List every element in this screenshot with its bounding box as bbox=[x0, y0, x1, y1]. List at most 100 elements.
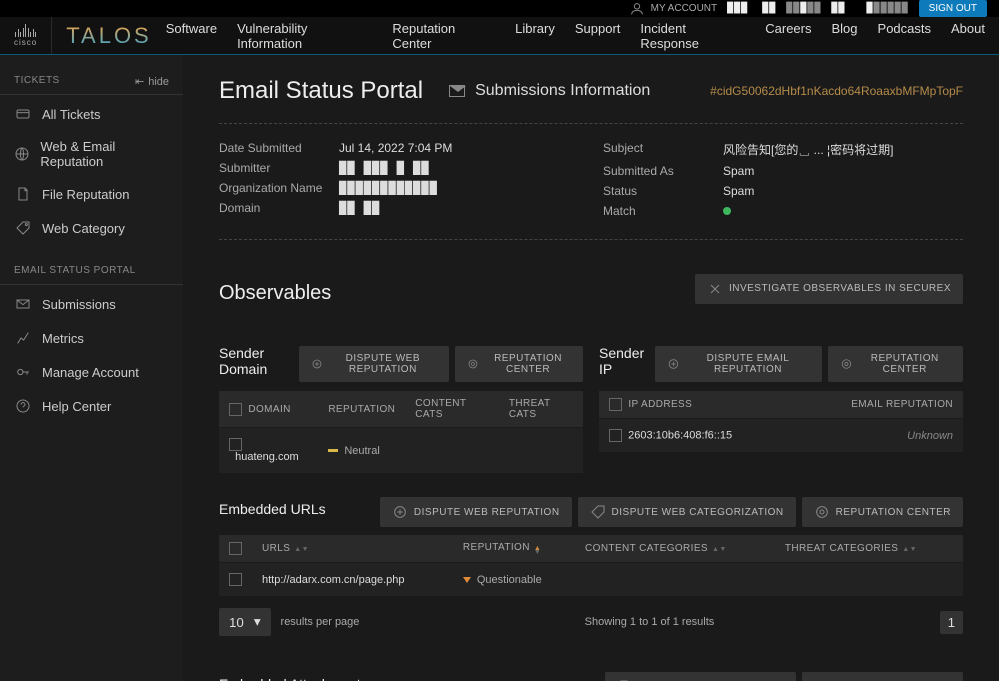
submission-hash: #cidG50062dHbf1nKacdo64RoaaxbMFMpTopF bbox=[710, 84, 963, 98]
table-row: 2603:10b6:408:f6::15Unknown bbox=[599, 419, 963, 453]
masked-info-3: ██ ██████ bbox=[831, 3, 908, 14]
meta-date-value: Jul 14, 2022 7:04 PM bbox=[339, 141, 452, 155]
my-account-link[interactable]: MY ACCOUNT bbox=[629, 1, 718, 17]
chart-icon bbox=[14, 329, 32, 347]
globe-icon bbox=[14, 145, 30, 163]
investigate-securex-button[interactable]: INVESTIGATE OBSERVABLES IN SECUREX bbox=[695, 274, 963, 304]
cisco-logo: cisco bbox=[0, 17, 52, 54]
showing-label: Showing 1 to 1 of 1 results bbox=[585, 616, 715, 628]
sidebar-submissions[interactable]: Submissions bbox=[0, 287, 183, 321]
nav-library[interactable]: Library bbox=[515, 21, 555, 51]
row-checkbox[interactable] bbox=[229, 438, 242, 451]
dispute-file-rep-button[interactable]: DISPUTE FILE REPUTATION bbox=[605, 672, 795, 681]
row-checkbox[interactable] bbox=[229, 573, 242, 586]
sidebar: ⇤ hide TICKETS All Tickets Web & Email R… bbox=[0, 55, 183, 681]
page-title: Email Status Portal bbox=[219, 77, 423, 105]
row-checkbox[interactable] bbox=[609, 429, 622, 442]
nav-support[interactable]: Support bbox=[575, 21, 621, 51]
meta-domain-label: Domain bbox=[219, 201, 339, 215]
divider bbox=[219, 239, 963, 240]
target-icon bbox=[840, 356, 853, 372]
help-icon bbox=[14, 397, 32, 415]
envelope-icon bbox=[449, 85, 465, 97]
tag-icon bbox=[590, 504, 606, 520]
sidebar-web-email-rep[interactable]: Web & Email Reputation bbox=[0, 131, 183, 177]
sidebar-web-category[interactable]: Web Category bbox=[0, 211, 183, 245]
rep-center-button[interactable]: REPUTATION CENTER bbox=[802, 672, 963, 681]
meta-domain-value: ██ ██ bbox=[339, 201, 380, 215]
embedded-att-title: Embedded Attachments bbox=[219, 676, 368, 681]
page-subtitle-group: Submissions Information bbox=[449, 82, 650, 100]
nav-software[interactable]: Software bbox=[166, 21, 217, 51]
nav-podcasts[interactable]: Podcasts bbox=[878, 21, 931, 51]
dispute-web-rep-button[interactable]: DISPUTE WEB REPUTATION bbox=[380, 497, 572, 527]
plus-circle-icon bbox=[311, 356, 323, 372]
sidebar-all-tickets[interactable]: All Tickets bbox=[0, 97, 183, 131]
domain-cell[interactable]: huateng.com bbox=[235, 451, 299, 463]
sender-ip-title: Sender IP bbox=[599, 345, 649, 377]
ticket-icon bbox=[14, 105, 32, 123]
sender-domain-title: Sender Domain bbox=[219, 345, 293, 377]
main-nav: cisco TALOS Software Vulnerability Infor… bbox=[0, 17, 999, 55]
nav-blog[interactable]: Blog bbox=[832, 21, 858, 51]
talos-logo: TALOS bbox=[52, 17, 166, 54]
per-page-select[interactable]: 10▾ bbox=[219, 608, 271, 636]
url-cell[interactable]: http://adarx.com.cn/page.php bbox=[252, 563, 453, 597]
page-1-button[interactable]: 1 bbox=[940, 611, 963, 634]
select-all-checkbox[interactable] bbox=[229, 403, 242, 416]
envelope-icon bbox=[14, 295, 32, 313]
nav-vuln-info[interactable]: Vulnerability Information bbox=[237, 21, 372, 51]
securex-icon bbox=[707, 281, 723, 297]
table-row: http://adarx.com.cn/page.php Questionabl… bbox=[219, 563, 963, 597]
plus-circle-icon bbox=[667, 356, 680, 372]
sort-icon[interactable]: ▲▼ bbox=[294, 548, 309, 552]
meta-grid: Date SubmittedJul 14, 2022 7:04 PM Submi… bbox=[219, 138, 963, 221]
meta-match-value bbox=[723, 204, 731, 218]
table-row: huateng.comNeutral bbox=[219, 428, 583, 474]
sort-icon[interactable]: ▲▼ bbox=[534, 547, 541, 555]
rep-center-button[interactable]: REPUTATION CENTER bbox=[455, 346, 583, 382]
sidebar-metrics[interactable]: Metrics bbox=[0, 321, 183, 355]
divider bbox=[219, 123, 963, 124]
nav-about[interactable]: About bbox=[951, 21, 985, 51]
nav-rep-center[interactable]: Reputation Center bbox=[392, 21, 495, 51]
masked-info-1: ███ ██ bbox=[727, 3, 776, 14]
masked-info-2: █████ bbox=[786, 3, 821, 14]
key-icon bbox=[14, 363, 32, 381]
meta-submitted-as-label: Submitted As bbox=[603, 164, 723, 178]
match-dot-icon bbox=[723, 207, 731, 215]
sender-domain-table: DOMAINREPUTATIONCONTENT CATSTHREAT CATS … bbox=[219, 391, 583, 473]
per-page-label: results per page bbox=[281, 616, 360, 628]
sort-icon[interactable]: ▲▼ bbox=[712, 548, 727, 552]
page-subtitle: Submissions Information bbox=[475, 82, 650, 100]
sort-icon[interactable]: ▲▼ bbox=[902, 548, 917, 552]
sign-out-button[interactable]: SIGN OUT bbox=[919, 0, 987, 17]
embedded-urls-title: Embedded URLs bbox=[219, 501, 326, 517]
dispute-email-rep-button[interactable]: DISPUTE EMAIL REPUTATION bbox=[655, 346, 821, 382]
user-icon bbox=[629, 1, 645, 17]
file-icon bbox=[14, 185, 32, 203]
dispute-web-cat-button[interactable]: DISPUTE WEB CATEGORIZATION bbox=[578, 497, 796, 527]
nav-links: Software Vulnerability Information Reput… bbox=[166, 21, 985, 51]
nav-careers[interactable]: Careers bbox=[765, 21, 811, 51]
rep-center-button[interactable]: REPUTATION CENTER bbox=[828, 346, 963, 382]
rep-center-button[interactable]: REPUTATION CENTER bbox=[802, 497, 963, 527]
cisco-text: cisco bbox=[14, 38, 37, 47]
main-content: Email Status Portal Submissions Informat… bbox=[183, 55, 999, 681]
sidebar-hide-button[interactable]: ⇤ hide bbox=[121, 69, 183, 94]
sidebar-manage-account[interactable]: Manage Account bbox=[0, 355, 183, 389]
meta-status-value: Spam bbox=[723, 184, 754, 198]
ip-cell[interactable]: 2603:10b6:408:f6::15 bbox=[628, 429, 732, 441]
sidebar-help-center[interactable]: Help Center bbox=[0, 389, 183, 423]
sender-ip-table: IP ADDRESSEMAIL REPUTATION 2603:10b6:408… bbox=[599, 391, 963, 452]
select-all-checkbox[interactable] bbox=[609, 398, 622, 411]
meta-submitter-label: Submitter bbox=[219, 161, 339, 175]
meta-submitted-as-value: Spam bbox=[723, 164, 754, 178]
nav-incident-response[interactable]: Incident Response bbox=[640, 21, 745, 51]
sidebar-file-rep[interactable]: File Reputation bbox=[0, 177, 183, 211]
dispute-web-rep-button[interactable]: DISPUTE WEB REPUTATION bbox=[299, 346, 450, 382]
observables-title: Observables bbox=[219, 282, 331, 305]
select-all-checkbox[interactable] bbox=[229, 542, 242, 555]
plus-circle-icon bbox=[392, 504, 408, 520]
brand[interactable]: cisco TALOS bbox=[0, 17, 166, 54]
